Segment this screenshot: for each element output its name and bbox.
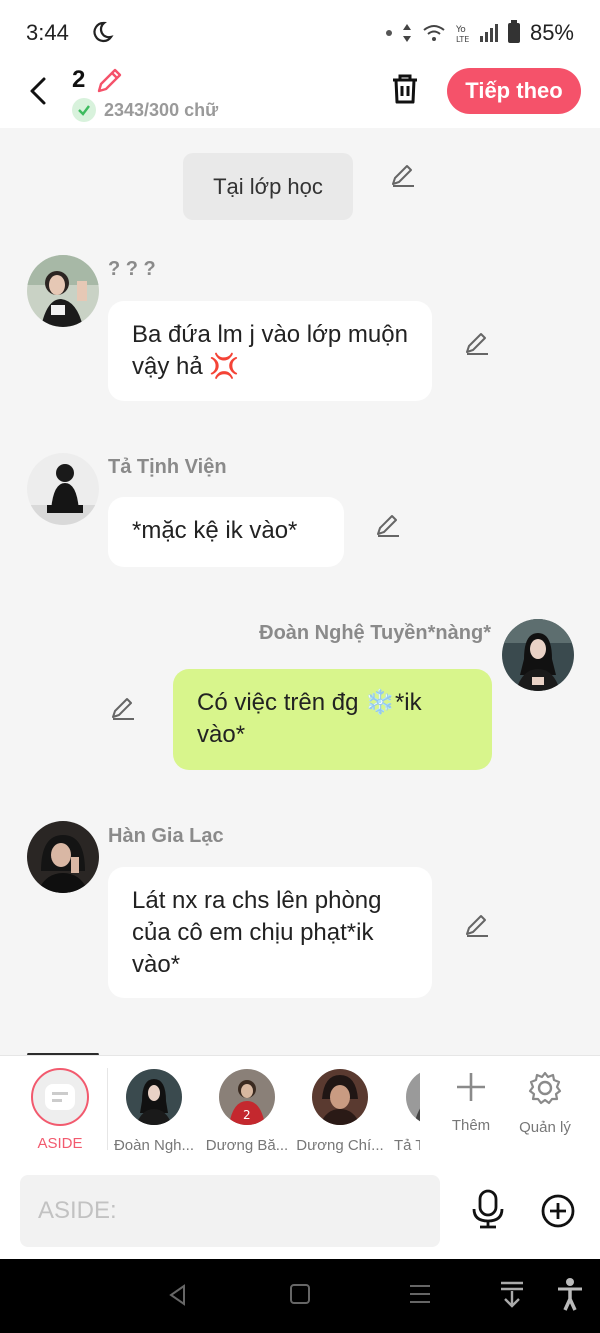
word-count-text: 2343/300 chữ <box>104 99 219 120</box>
status-icons: Yo LTE 85% <box>385 20 574 46</box>
input-row <box>0 1165 600 1259</box>
manage-label: Quản lý <box>519 1119 571 1136</box>
character-name: Tả Tịnh Viện <box>108 456 227 478</box>
header: 2 2343/300 chữ Tiếp theo <box>0 66 600 128</box>
avatar[interactable] <box>27 453 99 525</box>
add-circle-icon[interactable] <box>540 1193 576 1234</box>
word-count: 2343/300 chữ <box>72 98 218 122</box>
edit-pencil-icon[interactable] <box>464 912 490 943</box>
avatar[interactable] <box>27 255 99 327</box>
edit-pencil-icon[interactable] <box>375 512 401 543</box>
avatar[interactable] <box>502 619 574 691</box>
character-avatar <box>126 1069 182 1125</box>
message-bubble[interactable]: Ba đứa lm j vào lớp muộn vậy hả 💢 <box>108 301 432 401</box>
character-name: Hàn Gia Lạc <box>108 825 224 847</box>
add-character-label: Thêm <box>451 1117 491 1134</box>
nav-recents-icon[interactable] <box>408 1283 432 1310</box>
back-arrow-icon[interactable] <box>24 74 52 108</box>
aside-button[interactable] <box>31 1068 89 1126</box>
battery-level: 85% <box>529 20 574 45</box>
wifi-icon <box>423 25 445 41</box>
character-name: Đoàn Ngh... <box>113 1137 195 1154</box>
nav-home-icon[interactable] <box>289 1283 311 1310</box>
character-name: Dương Bă... <box>205 1137 289 1154</box>
character-name: ? ? ? <box>108 258 156 280</box>
character-chip[interactable]: Đoàn Ngh... <box>109 1069 199 1154</box>
edit-pencil-icon[interactable] <box>390 162 416 193</box>
character-chip[interactable]: 2 Dương Bă... <box>202 1069 292 1154</box>
message-bubble[interactable]: *mặc kệ ik vào* <box>108 497 344 567</box>
character-avatar <box>406 1069 420 1125</box>
narration-bubble[interactable]: Tại lớp học <box>183 153 353 220</box>
check-icon <box>72 98 96 122</box>
gear-icon <box>528 1071 562 1105</box>
notification-dot-icon <box>385 30 392 36</box>
edit-pencil-icon[interactable] <box>464 330 490 361</box>
data-arrows-icon <box>402 24 411 42</box>
character-avatar <box>312 1069 368 1125</box>
character-name: Tả T <box>394 1137 420 1154</box>
nav-back-icon[interactable] <box>166 1283 190 1312</box>
system-nav-bar <box>0 1259 600 1333</box>
do-not-disturb-icon <box>90 20 114 49</box>
character-bar: ASIDE Đoàn Ngh... 2 Dương Bă... Dương Ch… <box>0 1055 600 1165</box>
next-button[interactable]: Tiếp theo <box>447 68 581 114</box>
aside-label: ASIDE <box>37 1135 83 1152</box>
character-chip[interactable]: Tả T <box>388 1069 420 1154</box>
microphone-icon[interactable] <box>470 1189 506 1234</box>
accessibility-icon[interactable] <box>556 1277 584 1316</box>
signal-icon <box>479 24 498 42</box>
message-bubble[interactable]: Có việc trên đg ❄️*ik vào* <box>173 669 492 770</box>
svg-text:2: 2 <box>243 1108 251 1122</box>
message-input[interactable] <box>20 1175 440 1247</box>
character-avatar: 2 <box>219 1069 275 1125</box>
character-chip[interactable]: Dương Chí... <box>295 1069 385 1154</box>
aside-chat-icon <box>45 1084 75 1110</box>
message-bubble[interactable]: Lát nx ra chs lên phòng của cô em chịu p… <box>108 867 432 998</box>
status-bar: 3:44 Yo LTE 85% <box>0 0 600 66</box>
character-name: Dương Chí... <box>296 1137 384 1154</box>
edit-title-pencil-icon[interactable] <box>94 66 124 101</box>
divider <box>107 1068 108 1150</box>
svg-text:LTE: LTE <box>456 35 469 43</box>
add-character-button[interactable]: Thêm <box>436 1070 506 1134</box>
edit-pencil-icon[interactable] <box>110 695 136 726</box>
episode-count: 2 <box>72 66 86 93</box>
avatar[interactable] <box>27 821 99 893</box>
manage-button[interactable]: Quản lý <box>510 1070 580 1136</box>
nav-hide-bar-icon[interactable] <box>498 1279 526 1314</box>
volte-icon: YoLTE <box>456 25 469 43</box>
plus-icon <box>457 1073 485 1101</box>
character-name: Đoàn Nghệ Tuyền*nàng* <box>259 622 491 644</box>
battery-icon <box>507 20 520 43</box>
status-time: 3:44 <box>26 20 69 45</box>
svg-text:Yo: Yo <box>456 25 466 35</box>
trash-icon[interactable] <box>388 72 422 111</box>
